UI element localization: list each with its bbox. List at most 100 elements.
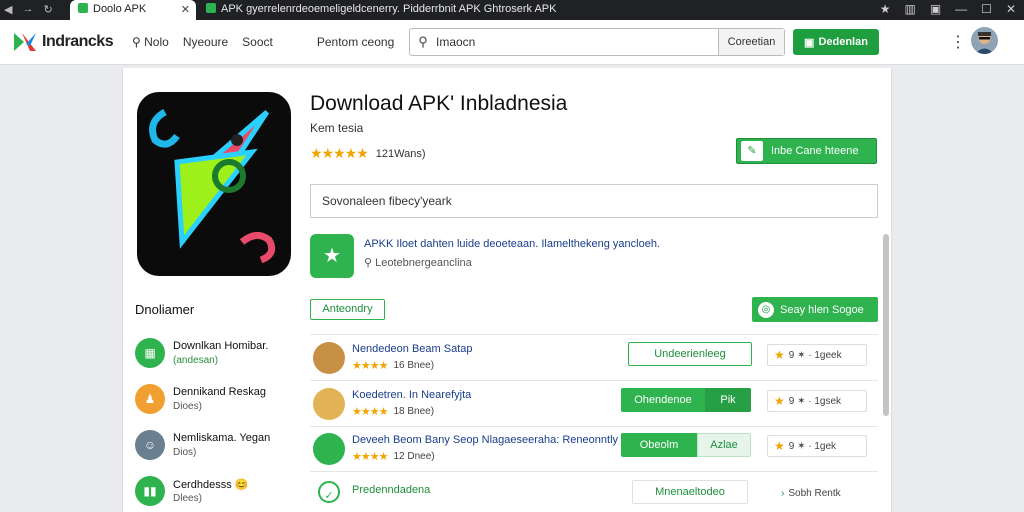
person-icon: ☺ [135,430,165,460]
sidebar-item-sub: Dios) [173,447,197,458]
nav-link-2[interactable]: Nyeoure [183,35,228,49]
sidebar-item[interactable]: ☺ Nemliskama. Yegan Dios) [135,428,295,474]
star-app-icon: ★ [310,234,354,278]
close-window-icon[interactable]: ✕ [1006,2,1016,16]
user-avatar[interactable] [971,27,998,54]
list-row[interactable]: Koedetren. In Nearefyjta ★★★★ 18 Bnee) O… [310,386,880,430]
divider [310,380,878,381]
row-action-button[interactable]: Undeerienleeg [628,342,752,366]
sort-icon: ◎ [758,301,774,318]
divider [310,334,878,335]
sidebar-item-name: Dennikand Reskag [173,386,266,398]
rating-count: 121Wans) [375,147,426,160]
check-icon: ✓ [318,481,340,503]
row-rating: ★ 9 ✶ · 1gek [767,435,867,457]
filter-button[interactable]: Anteondry [310,299,385,320]
app-detail-panel: Download APK' Inbladnesia Kem tesia ★★★★… [122,68,892,512]
row-rating: ★ 9 ✶ · 1geek [767,344,867,366]
row-meta: ★★★★ 12 Dnee) [352,451,435,463]
search-bar: ⚲ Coreetian [409,28,785,56]
app-description: Sovonaleen fibecy'yeark [310,184,878,218]
download-button[interactable]: ▣ Dedenlan [793,29,879,55]
bar-chart-icon: ▮▮ [135,476,165,506]
favicon-icon [206,3,216,13]
minimize-icon[interactable]: — [955,2,967,16]
browser-nav-icons: ◀ → ↻ [4,3,53,16]
app-icon [137,92,291,276]
user-icon: ▣ [804,36,815,49]
app-title: Download APK' Inbladnesia [310,92,568,115]
star-icon: ★ [774,348,785,362]
tab-active[interactable]: Doolo APK ✕ [70,0,196,20]
list-row[interactable]: Deveeh Beom Bany Seop Nlagaeseeraha: Ren… [310,431,880,475]
row-title[interactable]: Predenndadena [352,484,430,496]
row-stars: ★★★★ [352,406,388,418]
sidebar-item-name: Downlkan Homibar. [173,340,269,352]
sidebar-item-name: Cerdhdesss 😊 [173,479,249,491]
more-menu-icon[interactable]: ⋮ [950,32,966,52]
row-title[interactable]: Nendedeon Beam Satap [352,343,472,355]
row-rating: ★ 9 ✶ · 1gsek [767,390,867,412]
avatar-face-icon [975,32,994,54]
row-action-button[interactable]: Ohendenoe Pik [621,388,751,412]
row-title[interactable]: Deveeh Beom Bany Seop Nlagaeseeraha: Ren… [352,434,618,446]
scrollbar[interactable] [883,234,889,416]
search-button[interactable]: Coreetian [718,29,784,55]
app-info: ★ APKK Iloet dahten luide deoeteaan. Ila… [310,234,878,278]
chevron-right-icon: › [781,487,785,499]
app-logo-icon [149,108,276,264]
list-row[interactable]: ✓ Predenndadena Mnenaeltodeo › Sobh Rentk [310,478,880,512]
divider [310,426,878,427]
avatar [313,388,345,420]
app-rating: ★★★★★ 121Wans) [310,145,426,162]
brand-logo[interactable]: Indrancks [12,30,114,54]
row-meta: ★★★★ 16 Bnee) [352,360,435,372]
info-text: APKK Iloet dahten luide deoeteaan. Ilame… [364,238,660,250]
reload-icon[interactable]: ↻ [43,3,52,16]
row-stars: ★★★★ [352,451,388,463]
row-action-button[interactable]: Obeolm Azlae [621,433,751,457]
back-icon[interactable]: ◀ [4,3,12,16]
search-icon: ⚲ [364,257,376,269]
star-icon: ★ [774,394,785,408]
row-meta: ★★★★ 18 Bnee) [352,406,435,418]
window-menu-icon[interactable]: ▣ [930,2,941,16]
row-action-button[interactable]: Mnenaeltodeo [632,480,748,504]
avatar [313,342,345,374]
row-stars: ★★★★ [352,360,388,372]
forward-icon[interactable]: → [22,3,33,16]
sort-button[interactable]: ◎ Seay hlen Sogoe [752,297,878,322]
sidebar-item[interactable]: ▦ Downlkan Homibar. (andesan) [135,336,295,382]
brand-name: Indrancks [42,33,114,50]
close-tab-icon[interactable]: ✕ [181,3,190,16]
sidebar-item-sub: Dlees) [173,493,202,504]
grid-icon: ▦ [135,338,165,368]
install-button[interactable]: ✎ Inbe Cane hteene [736,138,877,164]
sidebar-item-sub: (andesan) [173,355,219,366]
top-nav: ⚲ Nolo Nyeoure Sooct Pentom ceong [132,35,394,49]
search-icon: ⚲ [132,35,145,49]
favicon-icon [78,3,88,13]
sidebar-item[interactable]: ▮▮ Cerdhdesss 😊 Dlees) [135,474,295,512]
sidebar-item-name: Nemliskama. Yegan [173,432,271,444]
maximize-icon[interactable]: ☐ [981,2,992,16]
sidebar-item[interactable]: ♟ Dennikand Reskag Dioes) [135,382,295,428]
rating-stars: ★★★★★ [310,145,369,161]
nav-link-3[interactable]: Sooct [242,35,273,49]
info-subtext: ⚲ Leotebnergeanclina [364,257,472,269]
divider [310,471,878,472]
search-input[interactable] [436,29,718,55]
bookmark-star-icon[interactable]: ★ [880,2,891,16]
tab-inactive[interactable]: APK gyerrelenrdeoemeligeldcenerry. Pidde… [198,0,598,20]
nav-link-4[interactable]: Pentom ceong [317,35,394,49]
row-title[interactable]: Koedetren. In Nearefyjta [352,389,471,401]
nav-link-search[interactable]: ⚲ Nolo [132,35,169,49]
bell-icon: ♟ [135,384,165,414]
app-developer[interactable]: Kem tesia [310,121,363,135]
star-icon: ★ [774,439,785,453]
extension-icon[interactable]: ▥ [904,2,915,16]
avatar [313,433,345,465]
list-row[interactable]: Nendedeon Beam Satap ★★★★ 16 Bnee) Undee… [310,340,880,384]
app-header: Indrancks ⚲ Nolo Nyeoure Sooct Pentom ce… [0,20,1024,65]
sidebar-item-sub: Dioes) [173,401,202,412]
